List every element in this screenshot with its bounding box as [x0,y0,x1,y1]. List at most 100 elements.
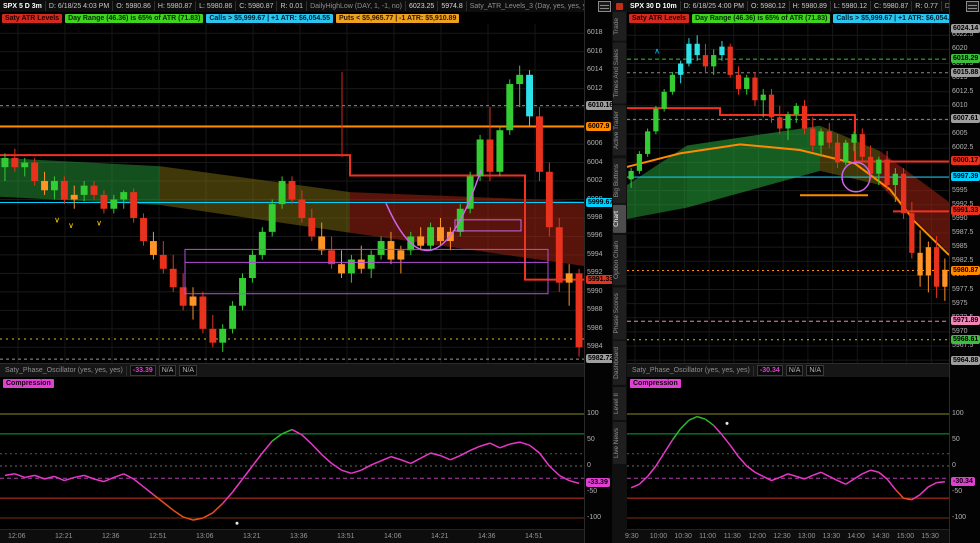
price-tick-label: 6012.5 [952,87,974,95]
candle-body [744,77,750,89]
left-oscillator-chart[interactable] [0,376,584,529]
time-label: 13:51 [337,533,355,540]
candle-body [628,170,634,180]
candle-body [377,241,385,255]
sidebar-tab-level-ii[interactable]: Level II [613,386,626,420]
right-price-axis[interactable]: 59655967.559705972.559755977.559805982.5… [949,0,980,543]
chart-grid-icon[interactable] [598,1,611,12]
oscillator-line [450,454,461,461]
left-main-chart[interactable]: ∨ ∨ ∨ [0,24,584,363]
price-bubble: 5971.89 [951,316,980,326]
price-tick-label: 6002.5 [952,144,974,152]
candle-body [229,305,237,329]
price-tick-label: 5982.5 [952,257,974,265]
atr-level-badge: Calls > $5,999.67 | +1 ATR: $6,054.55 [206,13,334,23]
oscillator-line [696,415,706,420]
oscillator-line [162,501,174,511]
sidebar-tab-live-news[interactable]: Live News [613,421,626,464]
price-tick-label: 6014 [587,66,603,74]
oscillator-tick-label: 100 [587,410,599,417]
sidebar-tab-dashboard[interactable]: Dashboard [613,341,626,385]
left-price-axis[interactable]: 5984598659885990599259945996599860006002… [584,0,613,543]
candle-body [876,159,882,174]
candle-body [417,236,425,246]
candle-body [793,105,799,115]
time-label: 13:30 [822,533,841,540]
atr-level-badge: Puts < $5,965.77 | -1 ATR: $5,910.89 [336,13,460,23]
candle-body [60,181,68,200]
candle-body [686,43,692,64]
candle-body [933,247,940,287]
oscillator-line [647,465,657,477]
candle-body [810,128,816,146]
oscillator-tick-label: 50 [952,436,960,443]
oscillator-tick-label: 0 [952,462,956,469]
oscillator-line [370,460,382,466]
left-oscillator-header: Saty_Phase_Oscillator (yes, yes, yes) -3… [0,363,612,377]
atr-level-badge: Saty ATR Levels [629,13,690,23]
price-bubble: 6018.29 [951,54,980,64]
oscillator-line [820,471,830,478]
oscillator-title: Saty_Phase_Oscillator (yes, yes, yes) [629,365,754,376]
price-tick-label: 6006 [587,140,603,148]
candle-body [110,199,118,209]
oscillator-line [459,449,471,457]
signal-marker: ∨ [54,216,60,225]
candle-body [209,328,217,343]
sidebar-tab-big-buttons[interactable]: Big Buttons [613,157,626,203]
candle-body [818,131,824,146]
sidebar-tab-trade[interactable]: Trade [613,12,626,41]
candle-body [308,217,316,237]
oscillator-tick-label: -50 [952,488,963,495]
candle-body [516,74,524,85]
header-field: C: 5980.87 [871,1,913,11]
price-bubble: 5980.87 [951,265,980,275]
oscillator-line [928,481,937,488]
sidebar-tab-phase-scores[interactable]: Phase Scores [613,286,626,340]
candle-body [387,241,395,260]
price-tick-label: 5985 [952,243,968,251]
oscillator-line [519,441,530,446]
oscillator-line [568,479,580,485]
time-label: 14:00 [847,533,865,540]
price-bubble: 5999.67 [586,197,613,207]
candle-body [268,204,276,232]
price-tick-label: 5984 [587,343,603,351]
candle-body [785,114,791,129]
signal-marker: ∨ [68,221,74,230]
sidebar-tab-active-trader[interactable]: Active Trader [613,105,626,156]
price-bubble: 5991.33 [586,274,613,284]
sidebar-tab-times-and-sales[interactable]: Times And Sales [613,42,626,104]
oscillator-line [440,454,451,461]
oscillator-line [182,516,194,521]
price-tick-label: 5977.5 [952,285,974,293]
price-tick-label: 5988 [587,306,603,314]
price-bubble: 6015.88 [951,67,980,77]
candle-body [645,131,651,154]
oscillator-line [779,473,789,479]
chart-grid-icon[interactable] [966,1,979,12]
right-time-axis: 9:30 10:00 10:30 11:00 11:30 12:00 12:30 13:00 1… [625,529,949,543]
workspace-icon[interactable] [616,3,623,10]
oscillator-line [638,475,649,485]
sidebar-tab-chart[interactable]: Chart [613,204,626,233]
candle-body [140,217,147,242]
price-tick-label: 6004 [587,158,603,166]
candle-body [31,162,39,182]
oscillator-line [93,478,105,483]
right-oscillator-chart[interactable] [627,376,949,529]
atr-level-badge: Day Range (46.36) is 65% of ATR (71.83) [692,13,831,23]
candle-body [702,55,709,67]
candle-body [555,227,563,283]
time-label: 10:00 [649,533,668,540]
right-main-chart[interactable]: ∧ [627,24,949,363]
time-label: 14:36 [478,533,496,540]
header-field: H: 5980.87 [155,1,197,11]
oscillator-tick-label: -50 [587,488,598,495]
candle-body [752,77,758,101]
oscillator-line [754,471,764,478]
chart-symbol-title: SPX 5 D 3m [0,1,46,11]
oscillator-line [870,469,880,473]
candle-body [80,185,88,195]
sidebar-tab-option-chain[interactable]: Option Chain [613,234,626,285]
